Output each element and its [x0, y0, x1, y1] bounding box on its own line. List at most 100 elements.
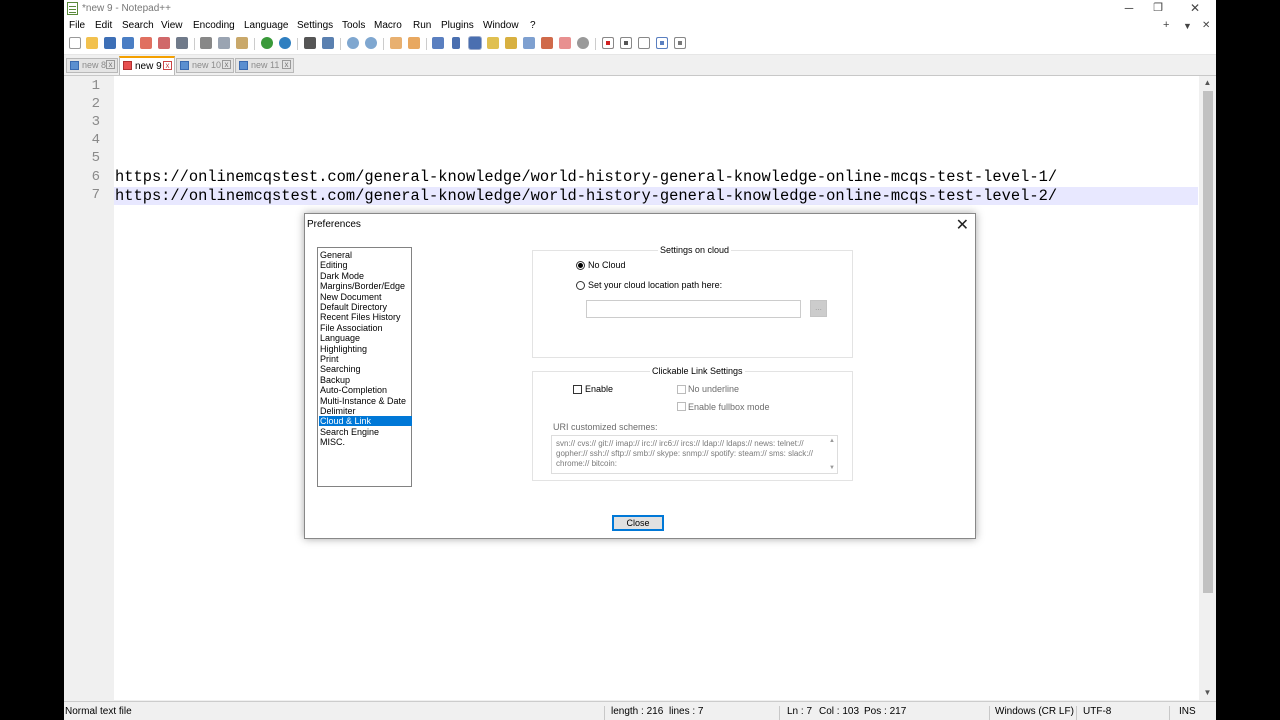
close-document-icon[interactable]: ✕: [1202, 20, 1210, 31]
indent-guide-icon[interactable]: [469, 37, 481, 49]
category-item[interactable]: Highlighting: [319, 344, 412, 354]
tab-list-icon[interactable]: ▼: [1183, 21, 1192, 31]
menu-view[interactable]: View: [161, 20, 183, 31]
menu-encoding[interactable]: Encoding: [193, 20, 235, 31]
menu-run[interactable]: Run: [413, 20, 431, 31]
tab-new-11[interactable]: new 11 x: [235, 58, 294, 73]
undo-icon[interactable]: [261, 37, 273, 49]
cloud-browse-button[interactable]: ...: [810, 300, 827, 317]
uri-schemes-textarea[interactable]: svn:// cvs:// git:// imap:// irc:// irc6…: [551, 435, 838, 474]
zoom-out-icon[interactable]: [365, 37, 377, 49]
insert-mode-status[interactable]: INS: [1179, 706, 1196, 717]
paste-icon[interactable]: [236, 37, 248, 49]
function-list-icon[interactable]: [523, 37, 535, 49]
play-macro-icon[interactable]: [638, 37, 650, 49]
category-item[interactable]: Editing: [319, 260, 412, 270]
menu-window[interactable]: Window: [483, 20, 519, 31]
save-icon[interactable]: [104, 37, 116, 49]
print-icon[interactable]: [176, 37, 188, 49]
textarea-scroll-down-icon[interactable]: ▼: [829, 465, 835, 471]
word-wrap-icon[interactable]: [432, 37, 444, 49]
category-item[interactable]: Delimiter: [319, 406, 412, 416]
restore-button[interactable]: ❐: [1141, 0, 1175, 18]
tab-new-9[interactable]: new 9 x: [119, 56, 175, 75]
menu-file[interactable]: File: [69, 20, 85, 31]
category-list[interactable]: General Editing Dark Mode Margins/Border…: [317, 247, 412, 487]
category-item-selected[interactable]: Cloud & Link: [319, 416, 412, 427]
no-cloud-radio[interactable]: [576, 261, 585, 270]
find-icon[interactable]: [304, 37, 316, 49]
document-map-icon[interactable]: [505, 37, 517, 49]
save-all-icon[interactable]: [122, 37, 134, 49]
menu-help[interactable]: ?: [530, 20, 536, 31]
scrollbar-thumb[interactable]: [1203, 91, 1213, 593]
copy-icon[interactable]: [218, 37, 230, 49]
encoding-status[interactable]: UTF-8: [1083, 706, 1111, 717]
menu-plugins[interactable]: Plugins: [441, 20, 474, 31]
category-item[interactable]: Default Directory: [319, 302, 412, 312]
replace-icon[interactable]: [322, 37, 334, 49]
scroll-down-icon[interactable]: ▼: [1199, 686, 1216, 700]
menu-tools[interactable]: Tools: [342, 20, 365, 31]
category-item[interactable]: Backup: [319, 375, 412, 385]
category-item[interactable]: MISC.: [319, 437, 412, 447]
fullbox-mode-checkbox[interactable]: [677, 402, 686, 411]
cloud-path-input[interactable]: [586, 300, 801, 318]
menu-settings[interactable]: Settings: [297, 20, 333, 31]
category-item[interactable]: New Document: [319, 292, 412, 302]
category-item[interactable]: Print: [319, 354, 412, 364]
menu-macro[interactable]: Macro: [374, 20, 402, 31]
cut-icon[interactable]: [200, 37, 212, 49]
category-item[interactable]: Language: [319, 333, 412, 343]
sync-vertical-icon[interactable]: [390, 37, 402, 49]
no-underline-checkbox[interactable]: [677, 385, 686, 394]
tab-close-icon[interactable]: x: [163, 61, 172, 70]
category-item[interactable]: Recent Files History: [319, 312, 412, 322]
tab-new-10[interactable]: new 10 x: [176, 58, 234, 73]
scroll-up-icon[interactable]: ▲: [1199, 76, 1216, 90]
monitoring-icon[interactable]: [559, 37, 571, 49]
sync-horizontal-icon[interactable]: [408, 37, 420, 49]
category-item[interactable]: File Association: [319, 323, 412, 333]
tab-close-icon[interactable]: x: [106, 60, 115, 69]
tab-close-icon[interactable]: x: [282, 60, 291, 69]
file-type-status: Normal text file: [65, 706, 132, 717]
category-item[interactable]: Margins/Border/Edge: [319, 281, 412, 291]
run-macro-multiple-icon[interactable]: [656, 37, 668, 49]
menu-language[interactable]: Language: [244, 20, 289, 31]
menu-search[interactable]: Search: [122, 20, 154, 31]
close-button[interactable]: Close: [612, 515, 664, 531]
stop-recording-icon[interactable]: [620, 37, 632, 49]
define-language-icon[interactable]: [487, 37, 499, 49]
tab-close-icon[interactable]: x: [222, 60, 231, 69]
close-all-icon[interactable]: [158, 37, 170, 49]
show-all-characters-icon[interactable]: [452, 37, 460, 49]
category-item[interactable]: Multi-Instance & Date: [319, 396, 412, 406]
folder-as-workspace-icon[interactable]: [541, 37, 553, 49]
text-line[interactable]: https://onlinemcqstest.com/general-knowl…: [115, 187, 1057, 205]
tab-new-8[interactable]: new 8 x: [66, 58, 118, 73]
category-item[interactable]: Search Engine: [319, 427, 412, 437]
open-file-icon[interactable]: [86, 37, 98, 49]
dialog-close-icon[interactable]: ✕: [956, 215, 969, 235]
vertical-scrollbar[interactable]: ▲ ▼: [1199, 76, 1216, 700]
eol-status[interactable]: Windows (CR LF): [995, 706, 1074, 717]
category-item[interactable]: Auto-Completion: [319, 385, 412, 395]
enable-links-checkbox[interactable]: [573, 385, 582, 394]
add-tab-icon[interactable]: +: [1163, 19, 1169, 31]
panel-icon[interactable]: [577, 37, 589, 49]
textarea-scroll-up-icon[interactable]: ▲: [829, 438, 835, 444]
window-close-button[interactable]: ✕: [1178, 0, 1212, 18]
record-macro-icon[interactable]: [602, 37, 614, 49]
save-macro-icon[interactable]: [674, 37, 686, 49]
zoom-in-icon[interactable]: [347, 37, 359, 49]
cloud-path-radio[interactable]: [576, 281, 585, 290]
close-icon[interactable]: [140, 37, 152, 49]
category-item[interactable]: Dark Mode: [319, 271, 412, 281]
new-file-icon[interactable]: [69, 37, 81, 49]
redo-icon[interactable]: [279, 37, 291, 49]
text-line[interactable]: https://onlinemcqstest.com/general-knowl…: [115, 168, 1057, 186]
category-item[interactable]: General: [319, 250, 412, 260]
category-item[interactable]: Searching: [319, 364, 412, 374]
menu-edit[interactable]: Edit: [95, 20, 112, 31]
